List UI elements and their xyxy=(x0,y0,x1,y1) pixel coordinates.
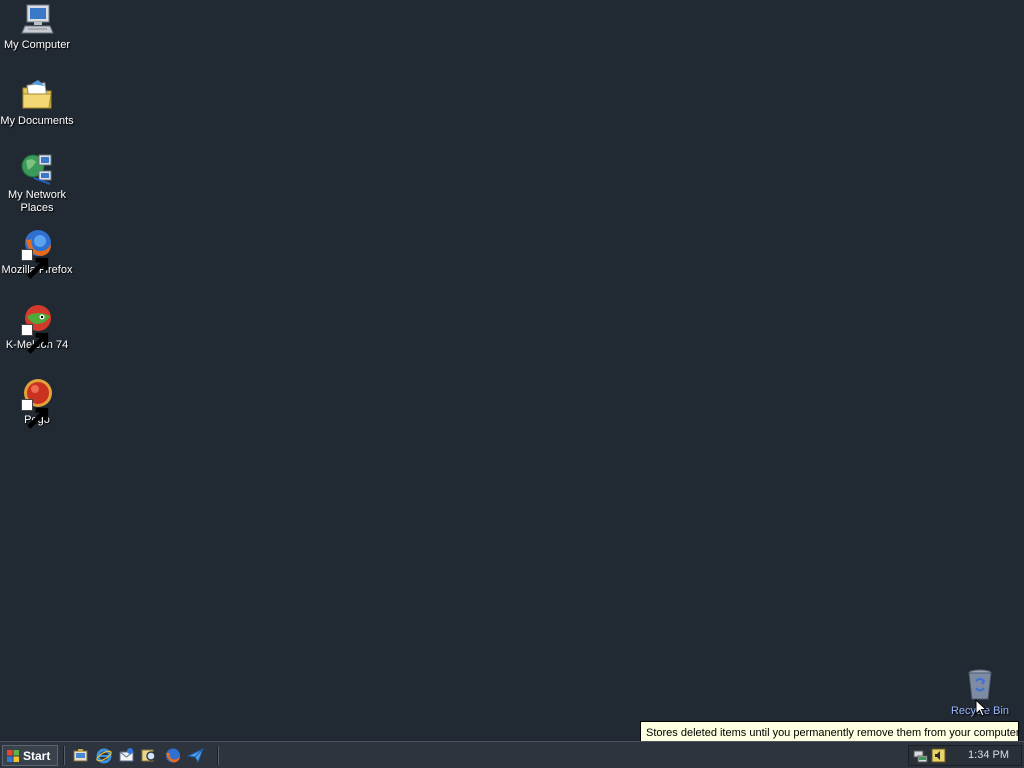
desktop-icon-mozilla-firefox[interactable]: Mozilla Firefox xyxy=(0,227,74,279)
desktop-icon-label: My Computer xyxy=(3,39,71,51)
my-computer-icon xyxy=(20,2,54,36)
my-documents-icon xyxy=(20,78,54,112)
desktop-icon-my-documents[interactable]: My Documents xyxy=(0,78,74,128)
mouse-cursor-icon xyxy=(975,699,987,717)
taskbar-separator xyxy=(63,746,65,765)
system-tray: 1:34 PM xyxy=(908,745,1022,766)
start-button[interactable]: Start xyxy=(2,745,58,766)
windows-flag-icon xyxy=(7,749,19,762)
pego-icon xyxy=(20,377,54,429)
send-icon[interactable] xyxy=(187,747,204,764)
search-icon[interactable] xyxy=(141,747,158,764)
recycle-bin-tooltip: Stores deleted items until you permanent… xyxy=(640,721,1020,743)
desktop-icon-pego[interactable]: Pego xyxy=(0,377,74,429)
desktop-icon-network-places[interactable]: My Network Places xyxy=(0,152,74,215)
desktop-icon-k-meleon[interactable]: K-Meleon 74 xyxy=(0,302,74,354)
show-desktop-icon[interactable] xyxy=(72,747,89,764)
desktop[interactable]: My Computer My Documents My Network Plac… xyxy=(0,0,1024,743)
shortcut-arrow-icon xyxy=(21,399,49,429)
shortcut-arrow-icon xyxy=(21,324,49,354)
clock[interactable]: 1:34 PM xyxy=(968,746,1009,765)
desktop-icon-my-computer[interactable]: My Computer xyxy=(0,2,74,52)
firefox-icon[interactable] xyxy=(164,747,181,764)
taskbar-separator xyxy=(217,746,219,765)
desktop-icon-label: My Documents xyxy=(0,115,74,127)
shortcut-arrow-icon xyxy=(21,249,49,279)
volume-icon[interactable] xyxy=(931,748,946,763)
firefox-icon xyxy=(20,227,54,279)
kmeleon-icon xyxy=(20,302,54,354)
quick-launch xyxy=(72,747,204,764)
internet-explorer-icon[interactable] xyxy=(95,747,112,764)
network-icon[interactable] xyxy=(913,748,928,763)
taskbar: Start 1:34 PM xyxy=(0,741,1024,768)
network-places-icon xyxy=(20,152,54,186)
outlook-express-icon[interactable] xyxy=(118,747,135,764)
desktop-icon-label: My Network Places xyxy=(7,189,67,214)
start-label: Start xyxy=(23,748,51,763)
recycle-bin-icon xyxy=(963,668,997,702)
